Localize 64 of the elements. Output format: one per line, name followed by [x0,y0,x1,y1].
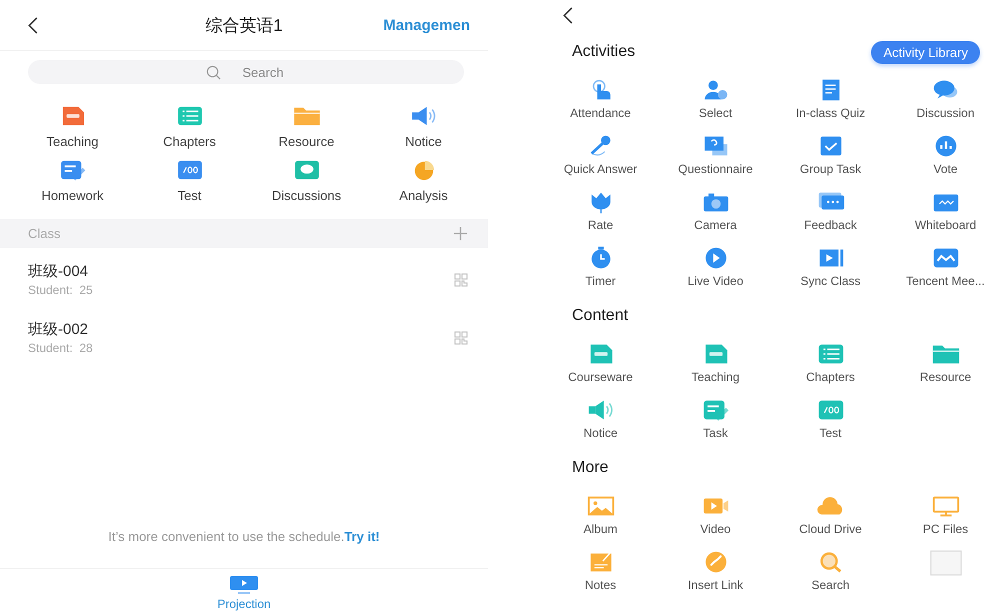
tool-button[interactable]: Test [773,398,888,440]
search-icon [206,65,221,80]
tool-button[interactable]: Notice [365,105,482,149]
projection-tab[interactable]: Projection [217,575,271,611]
student-count: Student: 28 [28,341,93,355]
tool-button[interactable]: Homework [14,159,131,203]
tool-button[interactable]: Cloud Drive [773,494,888,536]
tool-button[interactable]: Camera [658,190,773,232]
tool-button[interactable]: Teaching [14,105,131,149]
tool-button[interactable]: Album [543,494,658,536]
tool-button[interactable]: Resource [888,342,994,384]
tool-button[interactable]: Quick Answer [543,134,658,176]
tool-button[interactable]: Vote [888,134,994,176]
class-name[interactable]: 班级-002 [28,320,93,339]
tool-button[interactable]: Chapters [773,342,888,384]
management-link[interactable]: Managemen [383,16,488,34]
tool-button[interactable]: Attendance [543,78,658,120]
tool-button[interactable]: Test [131,159,248,203]
tool-button[interactable]: Feedback [773,190,888,232]
tool-button[interactable]: Live Video [658,246,773,288]
tool-button[interactable]: Select [658,78,773,120]
tool-button[interactable]: Whiteboard [888,190,994,232]
search-field[interactable]: Search [28,60,464,84]
tool-button[interactable]: Insert Link [658,550,773,592]
section-heading: Content [572,307,628,325]
tool-button[interactable]: Courseware [543,342,658,384]
tool-button[interactable]: Search [773,550,888,592]
student-count: Student: 25 [28,283,93,297]
back-icon[interactable] [562,7,574,24]
tool-button[interactable]: Discussions [248,159,365,203]
tool-button[interactable]: Tencent Mee... [888,246,994,288]
image-icon [586,494,616,518]
tool-button[interactable]: Notice [543,398,658,440]
tool-button[interactable]: Chapters [131,105,248,149]
add-icon[interactable] [453,226,468,241]
tool-button[interactable]: Task [658,398,773,440]
back-icon[interactable] [27,16,39,34]
tool-button[interactable]: Video [658,494,773,536]
tool-button[interactable]: Timer [543,246,658,288]
folder-icon [292,105,322,127]
activity-library-button[interactable]: Activity Library [871,40,980,64]
section-heading: More [572,459,608,477]
tool-button[interactable]: Notes [543,550,658,592]
schedule-hint: It’s more convenient to use the schedule.Try it! [107,529,381,544]
class-name[interactable]: 班级-004 [28,262,93,281]
tool-button[interactable]: In-class Quiz [773,78,888,120]
tool-button[interactable]: Analysis [365,159,482,203]
tool-button[interactable]: Discussion [888,78,994,120]
try-it-link[interactable]: Try it! [344,529,380,544]
tool-button[interactable]: Rate [543,190,658,232]
qr-code-icon[interactable] [454,272,468,286]
tool-button[interactable]: Questionnaire [658,134,773,176]
course-title: 综合英语1 [205,14,283,36]
tool-button[interactable]: Sync Class [773,246,888,288]
tool-button[interactable]: Group Task [773,134,888,176]
section-label: Class [28,226,61,241]
tool-button[interactable]: Teaching [658,342,773,384]
qr-code-icon[interactable] [454,330,468,344]
section-heading: Activities [572,43,636,61]
monitor-icon [930,494,960,518]
blank-square-icon [928,550,964,576]
tool-button[interactable]: Resource [248,105,365,149]
tool-button[interactable]: PC Files [888,494,994,536]
monitor-play-icon [228,575,260,595]
